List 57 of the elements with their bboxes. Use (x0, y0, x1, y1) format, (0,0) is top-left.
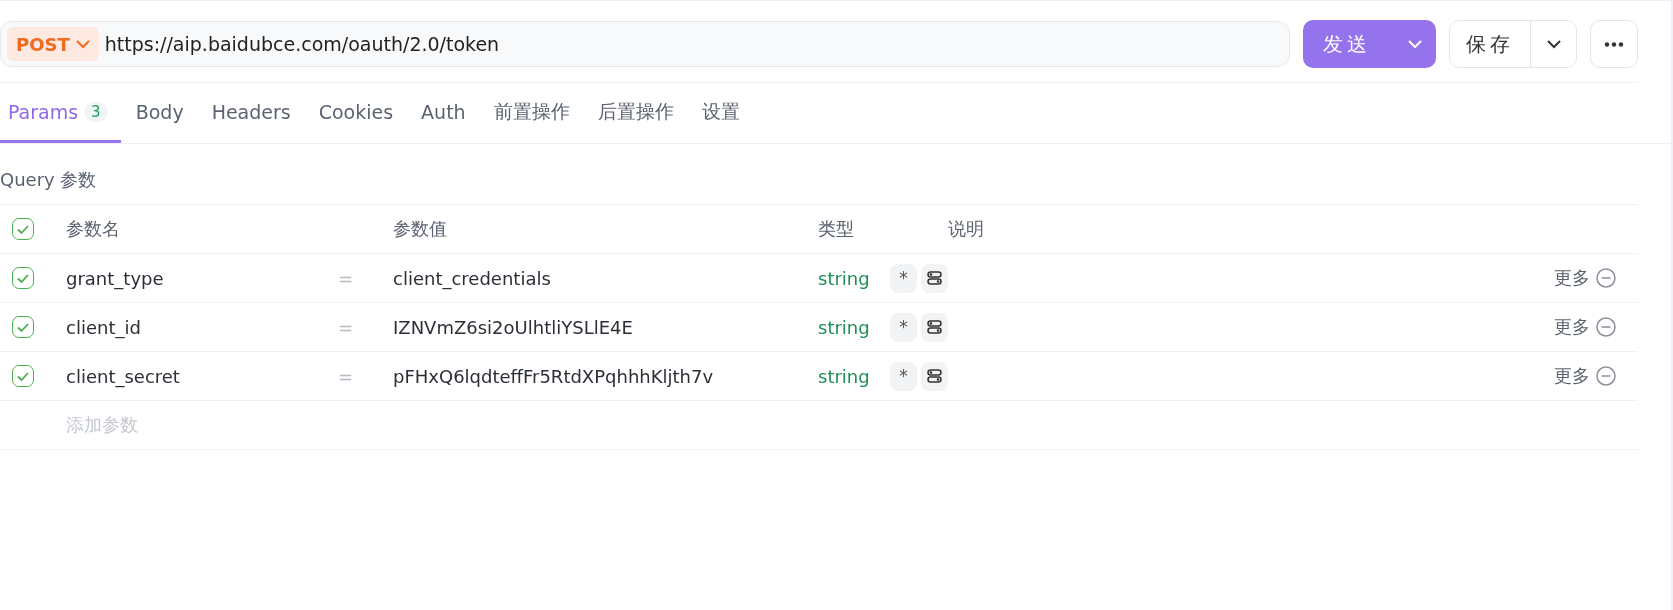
toggles-icon (927, 320, 942, 334)
required-toggle[interactable]: * (890, 361, 917, 391)
param-type: string (818, 267, 871, 289)
tab[interactable]: Cookies (305, 83, 407, 143)
url-field[interactable]: POST https://aip.baidubce.com/oauth/2.0/token (0, 21, 1290, 67)
more-button[interactable] (1590, 20, 1638, 68)
column-header: 类型 (818, 217, 855, 241)
param-name: client_id (66, 316, 142, 338)
tab[interactable]: 设置 (688, 83, 753, 143)
param-type: string (818, 365, 871, 387)
tab[interactable]: Auth (408, 83, 479, 143)
checkbox[interactable] (12, 365, 34, 387)
caret-icon (75, 39, 90, 49)
more-link[interactable]: 更多 (1548, 266, 1596, 290)
column-header: 参数值 (393, 217, 448, 241)
tab[interactable]: Body (122, 83, 197, 143)
more-link[interactable]: 更多 (1548, 315, 1596, 339)
param-name: client_secret (66, 365, 181, 387)
section-title: Query 参数 (0, 144, 1638, 205)
column-header: 参数名 (66, 217, 121, 241)
check-icon (17, 322, 29, 332)
check-icon (17, 224, 29, 234)
equals-sign: = (338, 316, 355, 338)
tab[interactable]: 前置操作 (480, 83, 583, 143)
param-value: IZNVmZ6si2oUlhtliYSLlE4E (393, 316, 634, 338)
param-type: string (818, 316, 871, 338)
required-toggle[interactable]: * (890, 263, 917, 293)
remove-icon[interactable] (1596, 268, 1616, 288)
check-icon (17, 371, 29, 381)
tab[interactable]: Headers (198, 83, 304, 143)
url-text: https://aip.baidubce.com/oauth/2.0/token (104, 33, 500, 55)
equals-sign: = (338, 267, 355, 289)
tab[interactable]: 后置操作 (584, 83, 687, 143)
settings-toggle[interactable] (921, 361, 948, 391)
column-header: 说明 (948, 217, 985, 241)
settings-toggle[interactable] (921, 263, 948, 293)
remove-icon[interactable] (1596, 317, 1616, 337)
checkbox[interactable] (12, 316, 34, 338)
toggles-icon (927, 369, 942, 383)
caret-icon (1546, 39, 1561, 49)
count-badge: 3 (84, 101, 108, 122)
tab[interactable]: Params 3 (0, 83, 121, 143)
checkbox[interactable] (12, 267, 34, 289)
remove-icon[interactable] (1596, 366, 1616, 386)
more-link[interactable]: 更多 (1548, 364, 1596, 388)
checkbox[interactable] (12, 218, 34, 240)
equals-sign: = (338, 365, 355, 387)
caret-icon (1408, 39, 1422, 49)
settings-toggle[interactable] (921, 312, 948, 342)
required-toggle[interactable]: * (890, 312, 917, 342)
check-icon (17, 273, 29, 283)
param-value: pFHxQ6lqdteffFr5RtdXPqhhhKljth7v (393, 365, 715, 387)
param-value: client_credentials (393, 267, 552, 289)
send-button[interactable]: 发送 (1303, 20, 1436, 68)
toggles-icon (927, 271, 942, 285)
param-name: grant_type (66, 267, 165, 289)
more-icon (1604, 41, 1624, 47)
